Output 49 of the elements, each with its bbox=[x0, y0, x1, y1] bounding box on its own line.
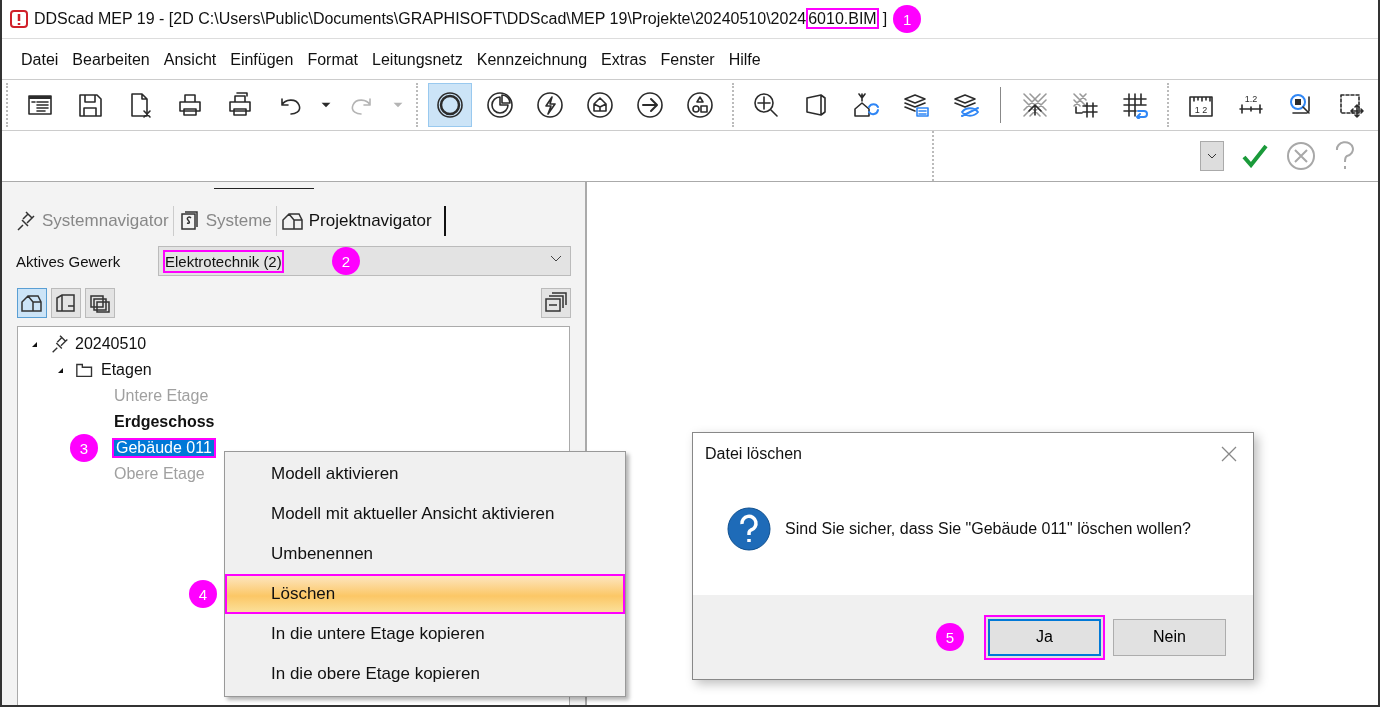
toolbar-button[interactable]: 1 2 bbox=[1179, 83, 1223, 127]
view-button[interactable] bbox=[51, 288, 81, 318]
context-menu-item[interactable]: Modell mit aktueller Ansicht aktivieren bbox=[225, 494, 625, 534]
toolbar-button[interactable]: 1.2 bbox=[1229, 83, 1273, 127]
context-menu-item[interactable]: In die untere Etage kopieren bbox=[225, 614, 625, 654]
context-menu-item[interactable]: Umbenennen bbox=[225, 534, 625, 574]
collapse-button[interactable] bbox=[541, 288, 571, 318]
toolbar-button[interactable] bbox=[428, 83, 472, 127]
app-logo-icon bbox=[10, 10, 28, 28]
tree-item[interactable]: Gebäude 011 bbox=[112, 438, 216, 458]
stack-icon bbox=[88, 292, 112, 314]
dialog-title: Datei löschen bbox=[705, 445, 802, 463]
checkmark-icon[interactable] bbox=[1242, 144, 1268, 168]
building-icon bbox=[280, 210, 305, 232]
menu-item[interactable]: Fenster bbox=[653, 47, 722, 73]
menu-item[interactable]: Einfügen bbox=[223, 47, 301, 73]
caret-icon bbox=[1207, 153, 1217, 159]
tree-item[interactable]: 20240510 bbox=[75, 335, 147, 353]
callout-badge: 5 bbox=[936, 623, 964, 651]
expander-icon[interactable] bbox=[58, 367, 63, 373]
expander-icon[interactable] bbox=[32, 341, 37, 347]
callout-badge: 1 bbox=[893, 5, 922, 33]
context-menu-item[interactable]: In die obere Etage kopieren bbox=[225, 654, 625, 694]
callout-badge: 3 bbox=[70, 434, 98, 462]
menu-item[interactable]: Hilfe bbox=[721, 47, 768, 73]
tree-item[interactable]: Etagen bbox=[101, 361, 152, 379]
field-label: Aktives Gewerk bbox=[16, 252, 122, 270]
context-menu-item[interactable]: Löschen bbox=[225, 574, 625, 614]
context-menu-item[interactable]: Modell aktivieren bbox=[225, 454, 625, 494]
menu-item[interactable]: Extras bbox=[594, 47, 654, 73]
dialog-button[interactable]: Nein bbox=[1113, 618, 1226, 656]
menu-item[interactable]: Leitungsnetz bbox=[365, 47, 470, 73]
dialog-message: Sind Sie sicher, dass Sie "Gebäude 011" löschen wollen? bbox=[785, 520, 1191, 538]
menu-item[interactable]: Format bbox=[300, 47, 366, 73]
floorplan-icon bbox=[54, 292, 78, 314]
menu-item[interactable]: Bearbeiten bbox=[65, 47, 157, 73]
building-icon bbox=[20, 292, 44, 314]
caret-icon bbox=[550, 255, 562, 263]
menu-item[interactable]: Datei bbox=[14, 47, 66, 73]
view-button[interactable] bbox=[17, 288, 47, 318]
panel-tab[interactable]: Projektnavigator bbox=[276, 206, 446, 236]
view-button[interactable] bbox=[85, 288, 115, 318]
question-icon bbox=[727, 507, 771, 551]
windows-stack-icon bbox=[544, 292, 568, 314]
close-icon[interactable] bbox=[1221, 446, 1237, 462]
tree-item[interactable]: Erdgeschoss bbox=[112, 412, 217, 432]
window-title: DDScad MEP 19 - [2D C:\Users\Public\Documents\GRAPHISOFT\DDScad\MEP 19\Projekte\20240510\20246010.BIM ] bbox=[34, 10, 888, 28]
menu-item[interactable]: Kennzeichnung bbox=[469, 47, 595, 73]
menu-item[interactable]: Ansicht bbox=[156, 47, 224, 73]
